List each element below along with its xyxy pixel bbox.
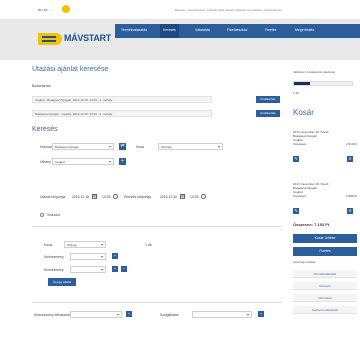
delete-item-2-icon[interactable]: ✕ [347,208,353,214]
via-select[interactable]: Cegléd [52,158,114,165]
cart-total-label: Összesen: [293,222,314,227]
via-label: Útirány [40,160,51,164]
divider [32,302,282,303]
clock-icon[interactable] [201,194,206,199]
side-menu-termekvalasztas[interactable]: Termékválasztás [293,270,357,278]
class-select[interactable]: Pótjegy [64,241,106,248]
side-menu-kereses[interactable]: Keresés [293,282,357,290]
side-menu-informacio[interactable]: Információ [293,294,357,302]
count-value[interactable]: 1 db [145,243,152,247]
tab-fizetoeszkoz[interactable]: Fizetőeszköz [227,28,247,32]
tab-megerosites[interactable]: Megerősítés [295,28,314,32]
user-links[interactable]: Belépés / Regisztráció | Felhasználói ad… [175,8,358,12]
bottom-left-label: Kedvezmény felhasználó [34,313,72,317]
top-strip: en cs ... Belépés / Regisztráció | Felha… [0,0,360,20]
cart-item-price: 2.510 Ft [345,142,357,146]
empty-cart-button[interactable]: Kosár ürítése [293,234,357,243]
pay-button[interactable]: Fizetés [293,247,357,256]
language-selector[interactable]: en cs ... [38,7,52,12]
bottom-left-select[interactable] [70,311,122,318]
search-title: Keresés [32,126,58,133]
return-date[interactable]: 2013.12.30. [160,195,178,199]
duration-value: 1:40 [293,91,299,95]
class-label: Kocsi [44,243,53,247]
logo-text: MÁVSTART [64,33,111,43]
cart-item: 2013. december 18. Szerd. Budapest-Nyuga… [293,130,359,146]
to-label: Hova [136,145,144,149]
menu-title: Jelenlegi oldalak [293,260,316,264]
offer-search-subtitle: Budavasvári [32,84,51,88]
edit-item-1-icon[interactable]: ✎ [293,156,299,162]
depart-label: Utazás időpontja [40,195,66,199]
offer-row-2: Budapest-Nyugati - Cegléd, 2013.12.30. 1… [32,110,212,117]
bottom-right-select[interactable] [192,311,252,318]
calendar-icon[interactable]: ▦ [180,194,185,199]
logo-wing-icon [38,33,62,45]
tab-fizetes[interactable]: Fizetés [265,28,276,32]
return-trip-radio[interactable] [40,213,44,217]
cart-title: Kosár [293,108,314,117]
duration-bar-fill [294,82,311,85]
tab-termekvalasztas[interactable]: Termékválasztás [121,28,147,32]
discount-1-select[interactable] [70,253,106,260]
main-nav: Termékválasztás Keresés Választás Fizető… [115,24,360,38]
clock-icon[interactable] [113,194,118,199]
mavstart-logo[interactable]: MÁVSTART [38,27,111,51]
side-menu-kedvezo[interactable]: Kedvező utazóknak [293,306,357,314]
add-via-button[interactable]: + [119,158,126,165]
to-select[interactable]: Szolnok [158,143,223,150]
from-select[interactable]: Budapest-Nyugati [52,143,114,150]
bottom-left-add-icon[interactable]: + [126,311,132,317]
cart-total-value: 7.153 Ft [314,222,330,227]
divider [32,226,282,227]
return-trip-label: Visszaút [47,213,60,217]
small-logo-icon [62,5,70,13]
add-discount-1-icon[interactable]: + [112,253,118,259]
select-offer-1-button[interactable]: Kiválasztás [256,96,280,103]
cart-item: 2013. december 18. Szerd. Budapest-Nyuga… [293,182,359,198]
bottom-right-label: Szolgáltatás [160,313,179,317]
duration-label: Időtartam: kiválasztott utazások [293,70,336,74]
submit-button[interactable]: Új jegy adatai [48,278,76,286]
depart-date[interactable]: 2013.12.18. [72,195,90,199]
swap-button[interactable]: ⇄ [119,143,126,150]
edit-item-2-icon[interactable]: ✎ [293,208,299,214]
bottom-right-add-icon[interactable]: + [258,311,264,317]
duration-bar [293,81,353,86]
add-discount-2-icon[interactable]: + [112,266,118,272]
delete-item-1-icon[interactable]: ✕ [347,156,353,162]
remove-discount-2-icon[interactable]: − [121,266,127,272]
offer-search-title: Utazási ajánlat keresése [32,66,109,73]
sidebar: Időtartam: kiválasztott utazások 1:40 Ko… [287,64,360,360]
discount-2-label: Kedvezmény [44,268,64,272]
discount-1-label: Kedvezmény [44,255,64,259]
from-label: Honnan [40,145,52,149]
discount-2-select[interactable] [70,266,106,273]
depart-time[interactable]: 10:39 [102,195,111,199]
tab-valasztas[interactable]: Választás [195,28,210,32]
calendar-icon[interactable]: ▦ [92,194,97,199]
offer-row-1: Cegléd - Budapest-Nyugati, 2013.12.18. 1… [32,96,212,103]
return-time[interactable]: 10:39 [190,195,199,199]
tab-kereses[interactable]: Keresés [160,24,179,38]
cart-item-price: 3.580 Ft [345,194,357,198]
select-offer-2-button[interactable]: Kiválasztás [256,110,280,117]
return-label: Érkezés időpontja [124,195,151,199]
cart-total: Összesen: 7.153 Ft [293,222,329,227]
